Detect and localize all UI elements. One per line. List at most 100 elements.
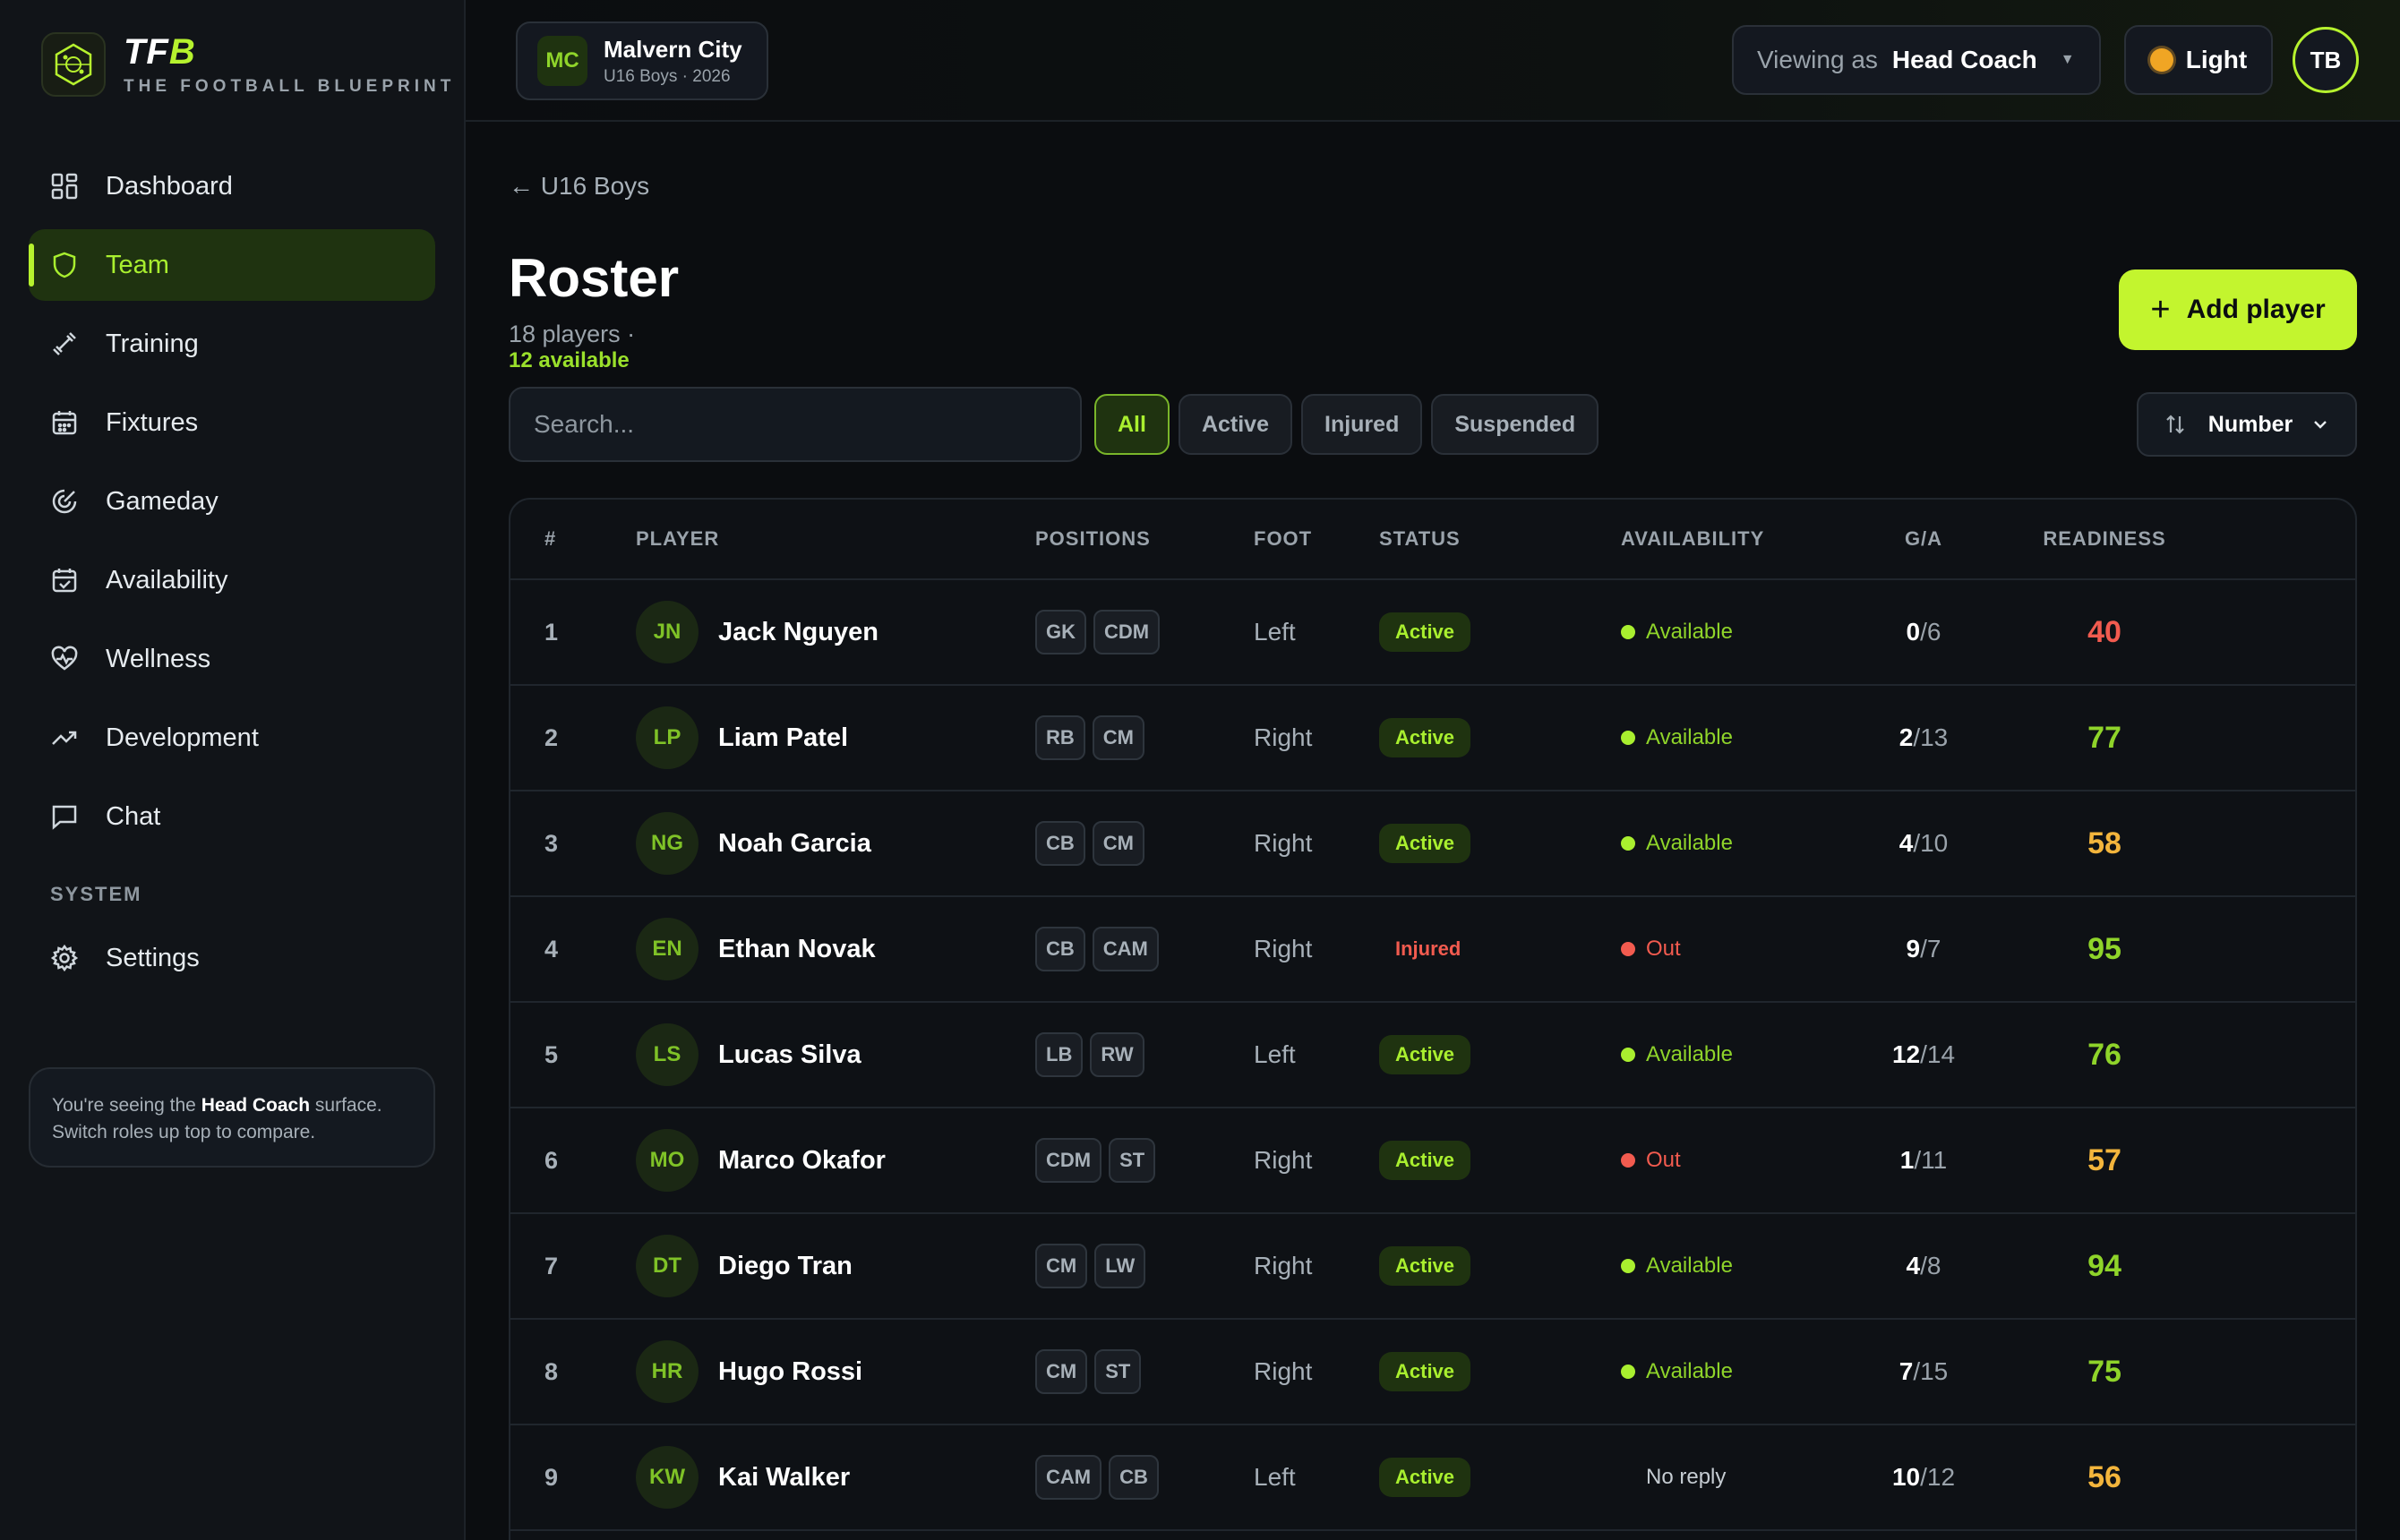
- position-tag: LB: [1035, 1032, 1084, 1077]
- player-cell[interactable]: MO Marco Okafor: [636, 1129, 1035, 1192]
- player-name[interactable]: Noah Garcia: [718, 829, 871, 859]
- player-goals-assists: 4/10: [1868, 829, 1979, 858]
- column-header-availability[interactable]: AVAILABILITY: [1621, 527, 1868, 551]
- player-availability: Available: [1621, 620, 1868, 645]
- table-row[interactable]: 8 HR Hugo Rossi CM ST Right Active Available 7/1…: [510, 1320, 2355, 1425]
- add-player-button[interactable]: + Add player: [2119, 270, 2357, 350]
- sidebar-item-development[interactable]: Development: [29, 702, 435, 774]
- player-name[interactable]: Marco Okafor: [718, 1146, 886, 1176]
- sidebar-item-gameday[interactable]: Gameday: [29, 466, 435, 537]
- status-badge: Active: [1379, 1352, 1471, 1391]
- sidebar-item-label: Wellness: [106, 644, 211, 673]
- goals-value: 7: [1899, 1357, 1914, 1385]
- position-tag: GK: [1035, 610, 1086, 654]
- heart-pulse-icon: [48, 643, 81, 675]
- player-number: 2: [544, 723, 559, 751]
- back-link[interactable]: ← U16 Boys: [509, 172, 649, 201]
- position-tag: CM: [1035, 1244, 1088, 1288]
- sort-arrows-icon: [2164, 413, 2187, 436]
- theme-toggle-button[interactable]: Light: [2124, 25, 2273, 95]
- table-row[interactable]: 7 DT Diego Tran CM LW Right Active Available 4/8…: [510, 1214, 2355, 1320]
- player-name[interactable]: Hugo Rossi: [718, 1357, 862, 1387]
- table-row[interactable]: 3 NG Noah Garcia CB CM Right Active Available 4/…: [510, 791, 2355, 897]
- sidebar-nav: Dashboard Team Training Fixtures Gameday: [29, 150, 435, 1001]
- sidebar-item-fixtures[interactable]: Fixtures: [29, 387, 435, 458]
- player-status: Active: [1379, 1458, 1621, 1497]
- table-body: 1 JN Jack Nguyen GK CDM Left Active Available 0/…: [510, 580, 2355, 1531]
- filter-all[interactable]: All: [1094, 394, 1170, 455]
- player-goals-assists: 2/13: [1868, 723, 1979, 752]
- goals-value: 0: [1906, 618, 1921, 646]
- sidebar-item-team[interactable]: Team: [29, 229, 435, 301]
- trending-up-icon: [48, 722, 81, 754]
- availability-indicator: No reply: [1646, 1465, 1727, 1489]
- table-row[interactable]: 5 LS Lucas Silva LB RW Left Active Available 12/…: [510, 1003, 2355, 1108]
- player-foot: Left: [1254, 1463, 1296, 1491]
- player-name[interactable]: Lucas Silva: [718, 1040, 861, 1070]
- goals-value: 9: [1906, 935, 1921, 962]
- brand[interactable]: TFB THE FOOTBALL BLUEPRINT: [41, 32, 455, 97]
- sidebar-item-training[interactable]: Training: [29, 308, 435, 380]
- position-tag: CDM: [1093, 610, 1161, 654]
- user-avatar[interactable]: TB: [2293, 27, 2359, 93]
- player-name[interactable]: Diego Tran: [718, 1252, 853, 1281]
- status-badge: Active: [1379, 1141, 1471, 1180]
- caret-down-icon: ▼: [2060, 52, 2075, 67]
- table-row[interactable]: 1 JN Jack Nguyen GK CDM Left Active Available 0/…: [510, 580, 2355, 686]
- column-header-readiness[interactable]: READINESS: [1979, 527, 2230, 551]
- sidebar-item-availability[interactable]: Availability: [29, 544, 435, 616]
- filter-injured[interactable]: Injured: [1301, 394, 1423, 455]
- player-status: Active: [1379, 824, 1621, 863]
- player-cell[interactable]: DT Diego Tran: [636, 1235, 1035, 1297]
- search-input[interactable]: [509, 387, 1082, 462]
- player-cell[interactable]: EN Ethan Novak: [636, 918, 1035, 980]
- player-name[interactable]: Jack Nguyen: [718, 618, 879, 647]
- status-dot-icon: [1621, 1365, 1635, 1379]
- player-positions: LB RW: [1035, 1032, 1254, 1077]
- sidebar-item-label: Dashboard: [106, 171, 233, 201]
- player-cell[interactable]: LS Lucas Silva: [636, 1023, 1035, 1086]
- column-header-status[interactable]: STATUS: [1379, 527, 1621, 551]
- player-positions: CM LW: [1035, 1244, 1254, 1288]
- player-goals-assists: 12/14: [1868, 1040, 1979, 1069]
- player-name[interactable]: Kai Walker: [718, 1463, 850, 1493]
- filter-active[interactable]: Active: [1178, 394, 1292, 455]
- team-switcher[interactable]: MC Malvern City U16 Boys · 2026: [516, 21, 768, 100]
- brand-logo-icon: [41, 32, 106, 97]
- sidebar-item-label: Gameday: [106, 486, 219, 516]
- availability-indicator: Available: [1621, 831, 1868, 856]
- player-name[interactable]: Liam Patel: [718, 723, 848, 753]
- player-foot: Right: [1254, 1357, 1313, 1385]
- sidebar-item-wellness[interactable]: Wellness: [29, 623, 435, 695]
- column-header-ga[interactable]: G/A: [1868, 527, 1979, 551]
- column-header-foot[interactable]: FOOT: [1254, 527, 1379, 551]
- readiness-score: 58: [2087, 826, 2121, 860]
- role-selector[interactable]: Viewing as Head Coach ▼: [1732, 25, 2101, 95]
- goals-value: 12: [1891, 1040, 1921, 1068]
- sidebar-item-chat[interactable]: Chat: [29, 781, 435, 852]
- table-row[interactable]: 9 KW Kai Walker CAM CB Left Active No reply 10/1…: [510, 1425, 2355, 1531]
- player-status: Active: [1379, 718, 1621, 757]
- player-name[interactable]: Ethan Novak: [718, 935, 876, 964]
- availability-indicator: Out: [1621, 937, 1868, 962]
- player-cell[interactable]: KW Kai Walker: [636, 1446, 1035, 1509]
- column-header-number[interactable]: #: [510, 527, 636, 551]
- column-header-positions[interactable]: POSITIONS: [1035, 527, 1254, 551]
- player-cell[interactable]: HR Hugo Rossi: [636, 1340, 1035, 1403]
- table-row[interactable]: 6 MO Marco Okafor CDM ST Right Active Out 1/11 57: [510, 1108, 2355, 1214]
- player-avatar: MO: [636, 1129, 699, 1192]
- table-row[interactable]: 2 LP Liam Patel RB CM Right Active Available 2/1…: [510, 686, 2355, 791]
- sort-dropdown[interactable]: Number: [2137, 392, 2357, 457]
- readiness-score: 56: [2087, 1459, 2121, 1494]
- player-number: 1: [544, 618, 559, 646]
- column-header-player[interactable]: PLAYER: [636, 527, 1035, 551]
- player-cell[interactable]: LP Liam Patel: [636, 706, 1035, 769]
- filter-suspended[interactable]: Suspended: [1431, 394, 1599, 455]
- player-cell[interactable]: NG Noah Garcia: [636, 812, 1035, 875]
- sidebar-item-dashboard[interactable]: Dashboard: [29, 150, 435, 222]
- table-row[interactable]: 4 EN Ethan Novak CB CAM Right Injured Out 9/7 95: [510, 897, 2355, 1003]
- player-cell[interactable]: JN Jack Nguyen: [636, 601, 1035, 663]
- sidebar-item-settings[interactable]: Settings: [29, 922, 435, 994]
- assists-value: /11: [1914, 1146, 1948, 1174]
- position-tag: CAM: [1092, 927, 1159, 971]
